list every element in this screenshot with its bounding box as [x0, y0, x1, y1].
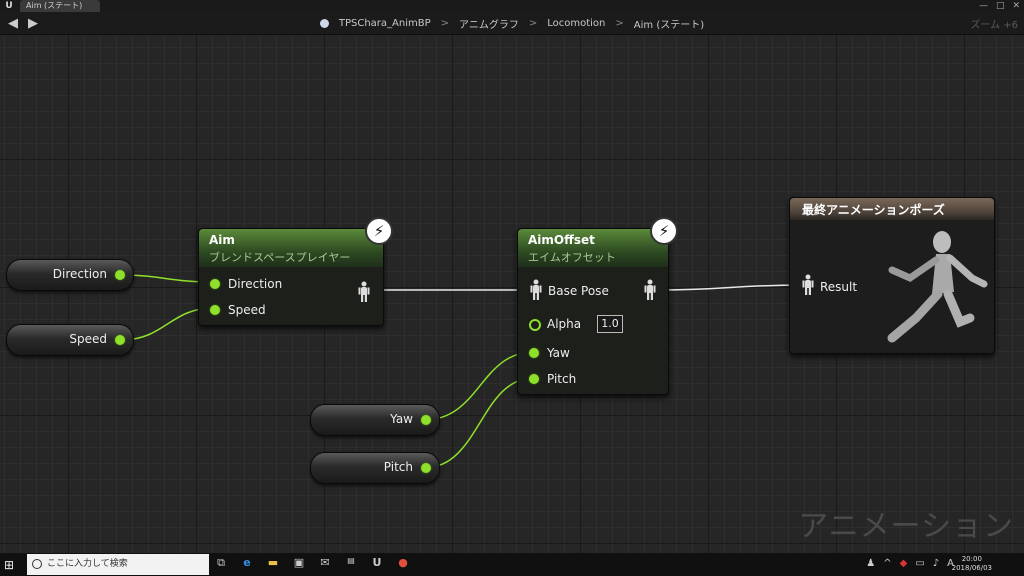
- breadcrumb-separator: >: [615, 17, 624, 29]
- node-title: 最終アニメーションポーズ: [790, 198, 994, 220]
- aim-blendspace-node[interactable]: Aim ブレンドスペースプレイヤー ⚡ Direction Speed: [198, 217, 393, 326]
- unreal-logo-icon: U: [5, 1, 13, 11]
- maximize-button[interactable]: □: [996, 0, 1005, 12]
- pin-label: Result: [820, 280, 858, 294]
- wire-pose-result: [654, 284, 806, 291]
- clock-time: 20:00: [961, 555, 982, 563]
- mcafee-icon[interactable]: ◆: [900, 558, 908, 569]
- tab-title: Aim (ステート): [26, 1, 83, 10]
- zoom-level: ズーム +6: [970, 20, 1018, 31]
- epic-icon[interactable]: ▤: [342, 556, 360, 570]
- variable-label: Direction: [52, 267, 107, 281]
- breadcrumb-animgraph[interactable]: アニムグラフ: [459, 16, 519, 31]
- title-bar: U Aim (ステート) — □ ✕: [0, 0, 1024, 12]
- clock[interactable]: 20:00 2018/06/03: [952, 555, 992, 573]
- window-controls: — □ ✕: [979, 0, 1020, 12]
- pose-output-pin-icon[interactable]: [358, 281, 370, 307]
- pin-label: Direction: [228, 277, 283, 291]
- unreal-icon[interactable]: U: [368, 556, 386, 570]
- edge-icon[interactable]: e: [238, 556, 256, 570]
- system-tray: ♟ ^ ◆ ▭ ♪ A: [866, 558, 954, 569]
- pin-label-base-pose: Base Pose: [548, 284, 609, 298]
- editor-tab[interactable]: Aim (ステート): [20, 0, 100, 12]
- output-pin[interactable]: [115, 335, 125, 345]
- output-pin[interactable]: [421, 415, 431, 425]
- variable-speed[interactable]: Speed: [6, 324, 134, 356]
- breadcrumb-root[interactable]: TPSChara_AnimBP: [339, 18, 431, 29]
- taskbar-apps: ⧉ e ▬ ▣ ✉ ▤ U ●: [212, 556, 412, 570]
- node-title: AimOffset: [528, 233, 595, 247]
- variable-label: Yaw: [390, 412, 413, 426]
- chevron-up-icon[interactable]: ^: [883, 558, 891, 569]
- node-subtitle: エイムオフセット: [528, 251, 616, 264]
- alpha-value-input[interactable]: 1.0: [597, 315, 623, 333]
- variable-direction[interactable]: Direction: [6, 259, 134, 291]
- explorer-icon[interactable]: ▬: [264, 556, 282, 570]
- search-box[interactable]: ここに入力して検索: [27, 554, 209, 575]
- float-pin-icon[interactable]: [529, 348, 539, 358]
- pin-label: Base Pose: [548, 284, 609, 298]
- pin-label: Pitch: [547, 372, 577, 386]
- final-animation-pose-node[interactable]: 最終アニメーションポーズ Result: [789, 197, 995, 354]
- graph-type-watermark: アニメーション: [798, 509, 1014, 544]
- aimoffset-node[interactable]: AimOffset エイムオフセット ⚡ Base Pose Alpha 1.0…: [517, 217, 678, 395]
- pin-label: Yaw: [547, 346, 570, 360]
- network-icon[interactable]: ▭: [915, 558, 924, 569]
- people-icon[interactable]: ♟: [866, 558, 875, 569]
- breadcrumb-bar: ◀ ▶ TPSChara_AnimBP > アニムグラフ > Locomotio…: [0, 12, 1024, 35]
- node-header: AimOffset エイムオフセット: [518, 229, 668, 267]
- volume-icon[interactable]: ♪: [933, 558, 939, 569]
- breadcrumb-aim-state[interactable]: Aim (ステート): [634, 16, 704, 31]
- node-subtitle: ブレンドスペースプレイヤー: [209, 251, 351, 264]
- task-view-icon[interactable]: ⧉: [212, 556, 230, 570]
- anim-graph-canvas[interactable]: Direction Speed Yaw Pitch Aim ブレンドスペースプレ…: [0, 35, 1024, 553]
- pin-label: Speed: [228, 303, 266, 317]
- variable-label: Speed: [69, 332, 107, 346]
- clock-date: 2018/06/03: [951, 564, 992, 572]
- variable-pitch[interactable]: Pitch: [310, 452, 440, 484]
- node-header: Aim ブレンドスペースプレイヤー: [199, 229, 383, 267]
- taskbar: ⊞ ここに入力して検索 ⧉ e ▬ ▣ ✉ ▤ U ● ♟ ^ ◆ ▭ ♪ A …: [0, 553, 1024, 576]
- lightning-icon: ⚡: [650, 217, 678, 245]
- blueprint-icon: [319, 18, 329, 28]
- search-icon: [32, 559, 42, 569]
- pin-label: Alpha: [547, 317, 582, 331]
- breadcrumb: TPSChara_AnimBP > アニムグラフ > Locomotion > …: [0, 12, 1024, 34]
- pose-output-pin-icon[interactable]: [644, 279, 656, 305]
- variable-label: Pitch: [383, 460, 413, 474]
- minimize-button[interactable]: —: [979, 0, 988, 12]
- float-pin-unlinked-icon[interactable]: [529, 319, 541, 331]
- variable-yaw[interactable]: Yaw: [310, 404, 440, 436]
- search-placeholder: ここに入力して検索: [47, 559, 128, 569]
- node-title: Aim: [209, 233, 235, 247]
- mannequin-running-icon: [887, 231, 988, 343]
- float-pin-icon[interactable]: [210, 305, 220, 315]
- close-button[interactable]: ✕: [1012, 0, 1020, 12]
- chrome-icon[interactable]: ●: [394, 556, 412, 570]
- breadcrumb-separator: >: [528, 17, 538, 29]
- mail-icon[interactable]: ✉: [316, 556, 334, 570]
- float-pin-icon[interactable]: [210, 279, 220, 289]
- lightning-icon: ⚡: [365, 217, 393, 245]
- output-pin[interactable]: [115, 270, 125, 280]
- pin-label-result: Result: [820, 280, 857, 294]
- pose-input-pin-icon[interactable]: [802, 274, 814, 300]
- breadcrumb-separator: >: [440, 17, 450, 29]
- windows-icon[interactable]: ⊞: [4, 558, 14, 572]
- output-pin[interactable]: [421, 463, 431, 473]
- float-pin-icon[interactable]: [529, 374, 539, 384]
- pose-input-pin-icon[interactable]: [530, 279, 542, 305]
- store-icon[interactable]: ▣: [290, 556, 308, 570]
- breadcrumb-locomotion[interactable]: Locomotion: [547, 18, 605, 29]
